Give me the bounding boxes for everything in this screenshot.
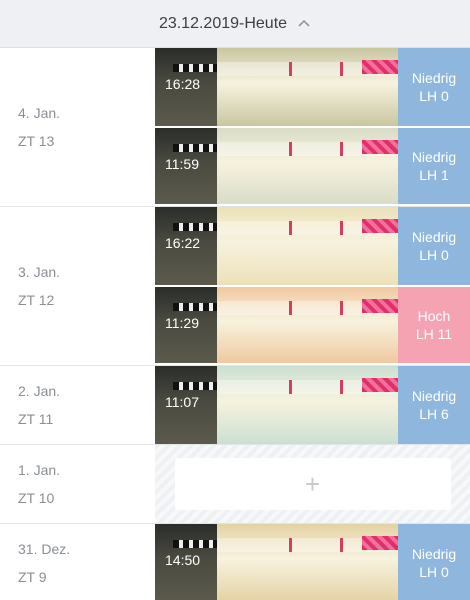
test-entry[interactable]: 11:07 Niedrig LH 6 xyxy=(155,366,470,444)
test-time: 11:59 xyxy=(165,156,199,172)
lh-value: LH 0 xyxy=(419,247,449,263)
test-strip-photo xyxy=(217,128,398,204)
test-line xyxy=(289,538,293,552)
lh-status: Niedrig xyxy=(411,229,457,245)
chevron-up-icon xyxy=(297,17,311,31)
test-time: 14:50 xyxy=(165,552,201,568)
day-date: 3. Jan. xyxy=(18,264,61,280)
day-label: 3. Jan. ZT 12 xyxy=(0,207,155,365)
lh-result-badge: Niedrig LH 1 xyxy=(398,128,470,204)
day-label: 4. Jan. ZT 13 xyxy=(0,48,155,206)
day-date: 31. Dez. xyxy=(18,541,71,557)
day-label: 31. Dez. ZT 9 xyxy=(0,524,155,600)
lh-result-badge: Niedrig LH 6 xyxy=(398,366,470,444)
test-entry[interactable]: 11:29 Hoch LH 11 xyxy=(155,285,470,363)
strip-handle xyxy=(362,299,398,313)
lh-status: Niedrig xyxy=(411,70,457,86)
lh-value: LH 11 xyxy=(415,326,453,342)
day-row: 3. Jan. ZT 12 16:22 Niedrig LH 0 11:29 Hoch LH … xyxy=(0,207,470,366)
test-line xyxy=(289,221,293,235)
strip-handle xyxy=(362,219,398,233)
test-entry[interactable]: 11:59 Niedrig LH 1 xyxy=(155,126,470,204)
date-range-title: 23.12.2019-Heute xyxy=(158,14,288,32)
cycle-day: ZT 9 xyxy=(18,569,47,585)
day-entries: + xyxy=(155,445,470,523)
add-test-button[interactable]: + xyxy=(174,458,451,510)
test-entry[interactable]: 16:22 Niedrig LH 0 xyxy=(155,207,470,285)
max-marker-icon xyxy=(173,382,217,390)
test-strip-photo xyxy=(217,524,398,600)
lh-result-badge: Niedrig LH 0 xyxy=(398,524,470,600)
day-date: 1. Jan. xyxy=(18,462,61,478)
cycle-day: ZT 13 xyxy=(18,133,55,149)
cycle-day: ZT 11 xyxy=(18,411,54,427)
test-line xyxy=(289,62,293,76)
lh-value: LH 0 xyxy=(419,88,449,104)
day-row: 4. Jan. ZT 13 16:28 Niedrig LH 0 11:59 Niedrig… xyxy=(0,48,470,207)
day-label: 1. Jan. ZT 10 xyxy=(0,445,155,523)
lh-status: Niedrig xyxy=(411,388,457,404)
max-marker-icon xyxy=(173,144,217,152)
test-line xyxy=(289,142,293,156)
control-line xyxy=(340,221,344,235)
test-entry[interactable]: 16:28 Niedrig LH 0 xyxy=(155,48,470,126)
day-entries: 11:07 Niedrig LH 6 xyxy=(155,366,470,444)
day-row: 2. Jan. ZT 11 11:07 Niedrig LH 6 xyxy=(0,366,470,445)
test-strip-photo xyxy=(217,366,398,444)
add-test-row: + xyxy=(155,445,470,523)
day-entries: 16:22 Niedrig LH 0 11:29 Hoch LH 11 xyxy=(155,207,470,365)
day-date: 2. Jan. xyxy=(18,383,61,399)
day-row: 31. Dez. ZT 9 14:50 Niedrig LH 0 xyxy=(0,524,470,600)
test-photo-thumbnail: 14:50 xyxy=(155,524,217,600)
test-time: 11:07 xyxy=(165,394,199,410)
test-photo-thumbnail: 11:07 xyxy=(155,366,217,444)
test-time: 11:29 xyxy=(165,315,199,331)
day-entries: 14:50 Niedrig LH 0 xyxy=(155,524,470,600)
control-line xyxy=(340,62,344,76)
day-row: 1. Jan. ZT 10 + xyxy=(0,445,470,524)
test-photo-thumbnail: 11:29 xyxy=(155,287,217,363)
test-strip-photo xyxy=(217,207,398,285)
lh-value: LH 6 xyxy=(419,406,449,422)
strip-handle xyxy=(362,140,398,154)
day-label: 2. Jan. ZT 11 xyxy=(0,366,155,444)
max-marker-icon xyxy=(173,303,217,311)
test-photo-thumbnail: 11:59 xyxy=(155,128,217,204)
test-photo-thumbnail: 16:22 xyxy=(155,207,217,285)
control-line xyxy=(340,142,344,156)
lh-status: Hoch xyxy=(417,308,451,324)
test-strip-photo xyxy=(217,287,398,363)
lh-status: Niedrig xyxy=(411,149,457,165)
lh-result-badge: Niedrig LH 0 xyxy=(398,207,470,285)
lh-result-badge: Niedrig LH 0 xyxy=(398,48,470,126)
control-line xyxy=(340,301,344,315)
lh-status: Niedrig xyxy=(411,546,457,562)
test-time: 16:22 xyxy=(165,235,201,251)
cycle-day: ZT 10 xyxy=(18,490,55,506)
date-range-header[interactable]: 23.12.2019-Heute xyxy=(0,0,470,48)
max-marker-icon xyxy=(173,223,217,231)
test-line xyxy=(289,301,293,315)
day-entries: 16:28 Niedrig LH 0 11:59 Niedrig LH 1 xyxy=(155,48,470,206)
test-time: 16:28 xyxy=(165,76,201,92)
strip-handle xyxy=(362,536,398,550)
control-line xyxy=(340,538,344,552)
test-strip-photo xyxy=(217,48,398,126)
control-line xyxy=(340,380,344,394)
day-list: 4. Jan. ZT 13 16:28 Niedrig LH 0 11:59 Niedrig… xyxy=(0,48,470,600)
lh-value: LH 1 xyxy=(419,167,449,183)
strip-handle xyxy=(362,60,398,74)
test-line xyxy=(289,380,293,394)
test-entry[interactable]: 14:50 Niedrig LH 0 xyxy=(155,524,470,600)
strip-handle xyxy=(362,378,398,392)
cycle-day: ZT 12 xyxy=(18,292,55,308)
max-marker-icon xyxy=(173,540,217,548)
max-marker-icon xyxy=(173,64,217,72)
lh-result-badge: Hoch LH 11 xyxy=(398,287,470,363)
day-date: 4. Jan. xyxy=(18,105,61,121)
lh-value: LH 0 xyxy=(419,564,449,580)
test-photo-thumbnail: 16:28 xyxy=(155,48,217,126)
